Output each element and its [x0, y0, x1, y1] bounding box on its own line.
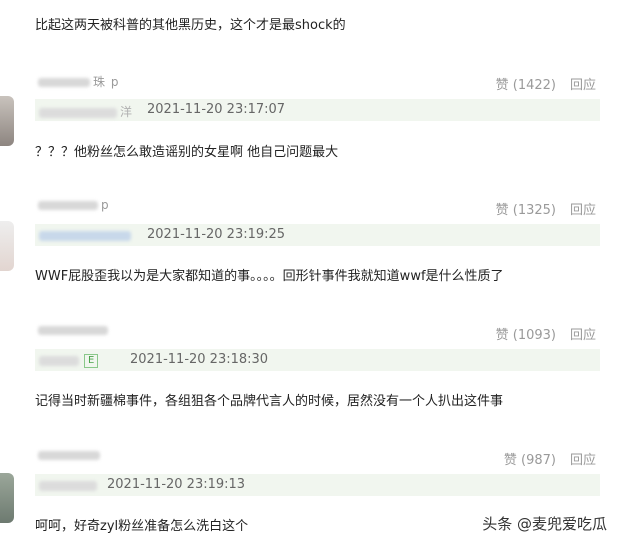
blurred-username: [38, 451, 100, 460]
comment-username[interactable]: 珠 p: [35, 73, 119, 90]
comment-text: 记得当时新疆棉事件，各组狙各个品牌代言人的时候，居然没有一个人扒出这件事: [35, 394, 504, 409]
comment-text: 呵呵，好奇zyl粉丝准备怎么洗白这个: [35, 519, 249, 534]
avatar[interactable]: [0, 221, 14, 271]
quote-bar: 2021-11-20 23:19:13: [35, 474, 600, 496]
quoted-username[interactable]: [39, 478, 100, 492]
avatar[interactable]: [0, 473, 14, 523]
blurred-username: [38, 326, 108, 335]
comment-username[interactable]: p: [35, 198, 110, 212]
reply-button[interactable]: 回应: [570, 203, 596, 218]
comment-actions: 赞 (1093) 回应: [482, 324, 596, 343]
blurred-username: [39, 230, 131, 241]
like-button[interactable]: 赞 (1325): [496, 203, 556, 218]
quote-bar: 洋 2021-11-20 23:17:07: [35, 99, 600, 121]
comment-timestamp: 2021-11-20 23:19:13: [107, 477, 246, 492]
comment-actions: 赞 (1325) 回应: [482, 199, 596, 218]
reply-button[interactable]: 回应: [570, 453, 596, 468]
quoted-username[interactable]: E: [39, 353, 99, 368]
like-button[interactable]: 赞 (987): [504, 453, 556, 468]
blurred-username: [39, 107, 117, 118]
comment-timestamp: 2021-11-20 23:17:07: [147, 102, 286, 117]
avatar[interactable]: [0, 96, 14, 146]
blurred-username: [38, 201, 98, 210]
comment-timestamp: 2021-11-20 23:19:25: [147, 227, 286, 242]
comment-actions: 赞 (987) 回应: [490, 449, 596, 468]
user-tag: E: [84, 353, 99, 368]
comment-text: WWF屁股歪我以为是大家都知道的事。。。。回形针事件我就知道wwf是什么性质了: [35, 269, 504, 284]
intro-text: 比起这两天被科普的其他黑历史，这个才是最shock的: [35, 18, 346, 33]
quote-bar: 2021-11-20 23:19:25: [35, 224, 600, 246]
comment-username[interactable]: [35, 323, 111, 337]
like-button[interactable]: 赞 (1422): [496, 78, 556, 93]
watermark: 头条 @麦兜爱吃瓜: [482, 515, 607, 533]
blurred-username: [38, 78, 90, 87]
comment-actions: 赞 (1422) 回应: [482, 74, 596, 93]
reply-button[interactable]: 回应: [570, 328, 596, 343]
quoted-username[interactable]: [39, 228, 134, 242]
quote-bar: E 2021-11-20 23:18:30: [35, 349, 600, 371]
blurred-username: [39, 480, 97, 491]
comment-text: ？？？他粉丝怎么敢造谣别的女星啊 他自己问题最大: [35, 145, 339, 160]
like-button[interactable]: 赞 (1093): [496, 328, 556, 343]
comment-username[interactable]: [35, 448, 103, 462]
reply-button[interactable]: 回应: [570, 78, 596, 93]
comment-timestamp: 2021-11-20 23:18:30: [130, 352, 269, 367]
blurred-username: [39, 355, 79, 366]
quoted-username[interactable]: 洋: [39, 103, 132, 119]
